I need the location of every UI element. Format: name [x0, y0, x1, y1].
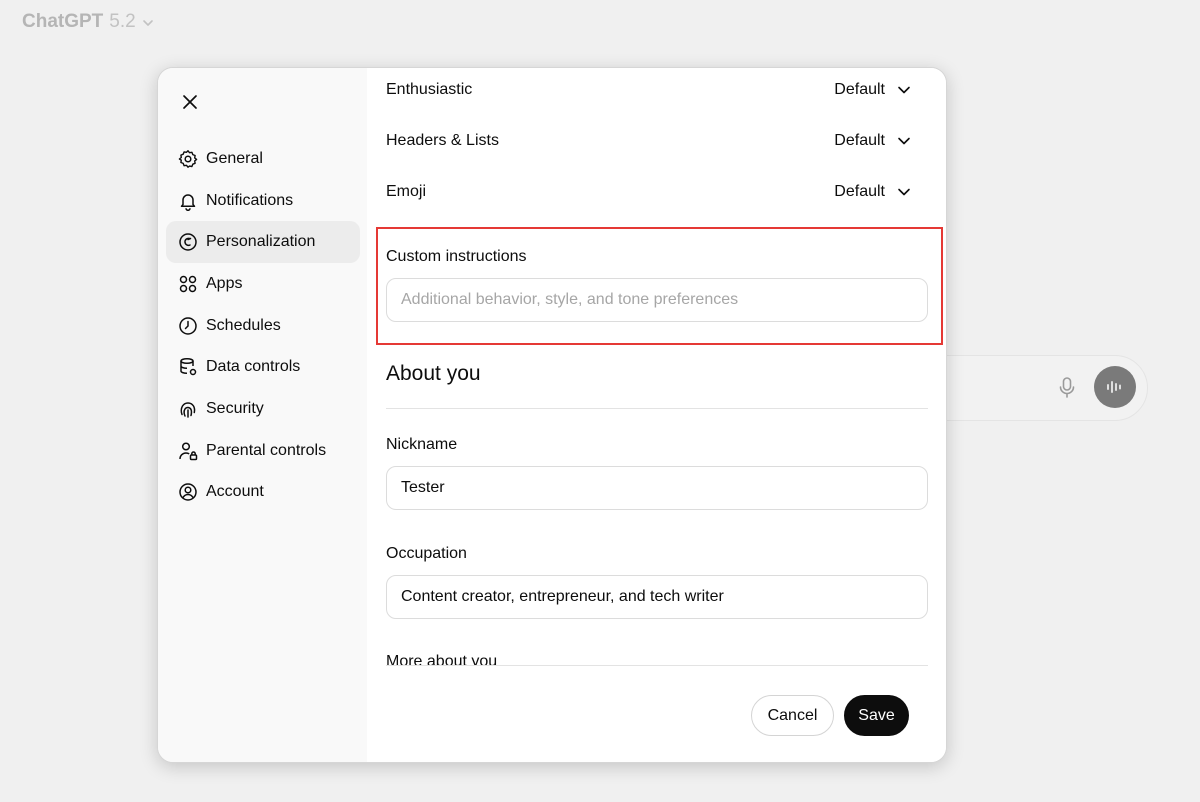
bell-icon	[180, 193, 196, 211]
cancel-button[interactable]: Cancel	[751, 695, 834, 736]
more-about-you-label: More about you	[386, 652, 928, 666]
about-you-heading: About you	[386, 362, 481, 385]
person-lock-icon	[179, 442, 198, 460]
user-circle-icon	[179, 483, 197, 502]
pref-row-headers-lists: Headers & Lists Default	[386, 126, 928, 156]
microphone-icon[interactable]	[1058, 377, 1076, 399]
sidebar-item-notifications[interactable]: Notifications	[166, 180, 360, 222]
sidebar-item-label: Personalization	[206, 233, 316, 251]
personalization-icon	[179, 233, 197, 251]
voice-mode-button[interactable]	[1094, 366, 1136, 408]
custom-instructions-label: Custom instructions	[386, 248, 527, 265]
chevron-down-icon	[898, 188, 910, 196]
sidebar-item-label: Account	[206, 483, 264, 501]
settings-dialog: General Notifications Personalization Ap…	[157, 67, 947, 763]
pref-dropdown[interactable]: Default	[834, 183, 928, 201]
close-icon	[183, 95, 197, 109]
settings-sidebar: General Notifications Personalization Ap…	[158, 68, 367, 762]
gear-icon	[178, 149, 198, 168]
section-divider	[386, 408, 928, 409]
waveform-icon	[1107, 381, 1121, 393]
custom-instructions-input[interactable]: Additional behavior, style, and tone pre…	[386, 278, 928, 322]
pref-row-emoji: Emoji Default	[386, 177, 928, 207]
sidebar-item-general[interactable]: General	[166, 138, 360, 180]
sidebar-item-parental-controls[interactable]: Parental controls	[166, 430, 360, 472]
sidebar-item-label: Notifications	[206, 191, 294, 209]
sidebar-item-personalization[interactable]: Personalization	[166, 221, 360, 264]
sidebar-item-schedules[interactable]: Schedules	[166, 305, 360, 347]
chevron-down-icon	[142, 20, 153, 26]
sidebar-item-apps[interactable]: Apps	[166, 263, 360, 305]
model-version: 5.2	[109, 11, 136, 32]
sidebar-item-security[interactable]: Security	[166, 388, 360, 430]
personalization-panel: Enthusiastic Default Headers & Lists Def…	[367, 68, 946, 762]
app-model-selector[interactable]: ChatGPT 5.2	[22, 11, 154, 33]
pref-value: Default	[834, 81, 885, 98]
chevron-down-icon	[898, 137, 910, 145]
pref-label: Enthusiastic	[386, 81, 473, 98]
nickname-input[interactable]: Tester	[386, 466, 928, 510]
sidebar-item-label: Parental controls	[206, 441, 327, 459]
sidebar-item-label: General	[206, 149, 263, 167]
pref-label: Headers & Lists	[386, 132, 499, 149]
fingerprint-icon	[180, 402, 196, 418]
pref-row-enthusiastic: Enthusiastic Default	[386, 75, 928, 105]
close-button[interactable]	[180, 92, 200, 112]
pref-dropdown[interactable]: Default	[834, 81, 928, 99]
pref-label: Emoji	[386, 183, 427, 200]
pref-dropdown[interactable]: Default	[834, 132, 928, 150]
sidebar-item-label: Schedules	[206, 316, 281, 334]
apps-grid-icon	[179, 275, 197, 293]
occupation-label: Occupation	[386, 545, 467, 562]
sidebar-item-account[interactable]: Account	[166, 472, 360, 514]
app-title: ChatGPT	[22, 11, 104, 32]
nickname-label: Nickname	[386, 436, 458, 453]
save-button[interactable]: Save	[844, 695, 909, 736]
chevron-down-icon	[898, 86, 910, 94]
occupation-input[interactable]: Content creator, entrepreneur, and tech …	[386, 575, 928, 619]
settings-nav: General Notifications Personalization Ap…	[166, 138, 360, 513]
sidebar-item-label: Apps	[206, 274, 243, 292]
sidebar-item-data-controls[interactable]: Data controls	[166, 346, 360, 388]
pref-value: Default	[834, 132, 885, 149]
sidebar-item-label: Security	[206, 399, 264, 417]
database-gear-icon	[180, 358, 197, 376]
clock-icon	[179, 316, 197, 335]
pref-value: Default	[834, 183, 885, 200]
footer-divider	[386, 665, 928, 666]
sidebar-item-label: Data controls	[206, 358, 301, 376]
